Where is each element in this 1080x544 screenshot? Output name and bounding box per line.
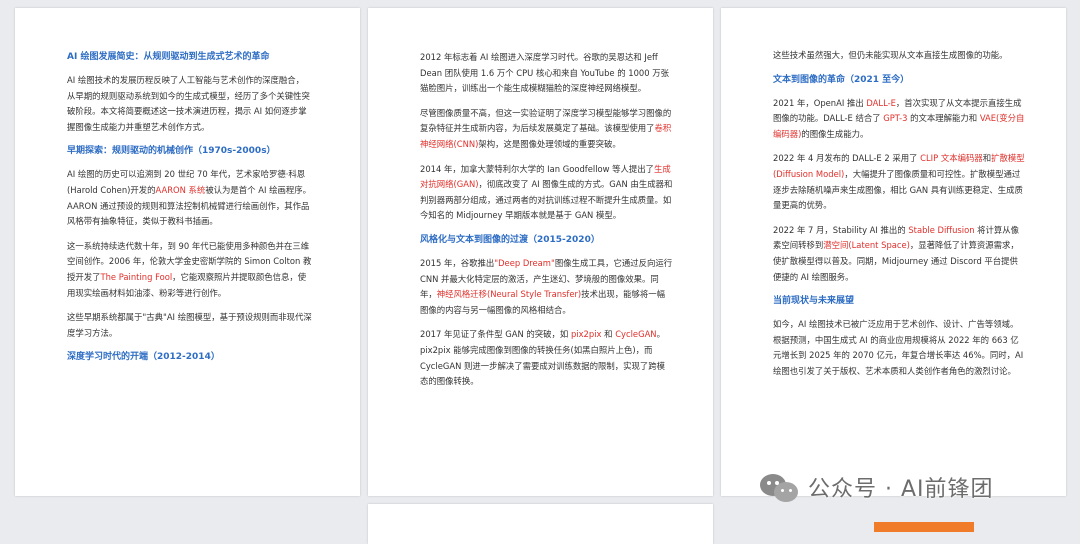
document-page-3: 这些技术虽然强大，但仍未能实现从文本直接生成图像的功能。 文本到图像的革命（20…: [721, 8, 1066, 496]
paragraph-gan: 2014 年，加拿大蒙特利尔大学的 Ian Goodfellow 等人提出了生成…: [420, 163, 673, 221]
paragraph-pix2pix: 2017 年见证了条件型 GAN 的突破，如 pix2pix 和 CycleGA…: [420, 329, 666, 387]
paragraph-dalle: 2021 年，OpenAI 推出 DALL-E，首次实现了从文本提示直接生成图像…: [773, 97, 1025, 139]
section-heading-deep-learning: 深度学习时代的开端（2012-2014）: [67, 352, 220, 363]
highlight-painting-fool: The Painting Fool: [100, 271, 173, 282]
paragraph-stable-diffusion: 2022 年 7 月，Stability AI 推出的 Stable Diffu…: [773, 224, 1020, 282]
section-heading-now: 当前现状与未来展望: [773, 296, 855, 307]
intro-paragraph: AI 绘图技术的发展历程反映了人工智能与艺术创作的深度融合，从早期的规则驱动系统…: [67, 75, 310, 132]
highlight-deep-dream: "Deep Dream": [494, 257, 555, 268]
paragraph-2012: 2012 年标志着 AI 绘图进入深度学习时代。谷歌的吴恩达和 Jeff Dea…: [420, 52, 669, 94]
highlight-gpt3: GPT-3: [883, 113, 908, 124]
paragraph-deep-dream: 2015 年，谷歌推出"Deep Dream"图像生成工具，它通过反向运行 CN…: [420, 257, 673, 315]
highlight-stable-diffusion: Stable Diffusion: [908, 224, 975, 235]
section-heading-text-to-image: 文本到图像的革命（2021 至今）: [773, 74, 910, 85]
highlight-style-transfer: 神经风格迁移(Neural Style Transfer): [436, 289, 582, 300]
highlight-dalle: DALL-E: [866, 97, 896, 108]
article-title: AI 绘图发展简史：从规则驱动到生成式艺术的革命: [67, 52, 270, 62]
paragraph-cnn: 尽管图像质量不高，但这一实验证明了深度学习模型能够学习图像的复杂特征并生成新内容…: [420, 107, 672, 149]
highlight-pix2pix: pix2pix: [570, 329, 602, 340]
paragraph-current-status: 如今，AI 绘图技术已被广泛应用于艺术创作、设计、广告等领域。根据预测，中国生成…: [773, 319, 1024, 376]
highlight-clip: CLIP 文本编码器: [920, 153, 983, 164]
paragraph-classic-models: 这些早期系统都属于"古典"AI 绘图模型，基于预设规则而非现代深度学习方法。: [67, 312, 312, 338]
document-page-2: 2012 年标志着 AI 绘图进入深度学习时代。谷歌的吴恩达和 Jeff Dea…: [368, 8, 713, 496]
paragraph-continuation: 这些技术虽然强大，但仍未能实现从文本直接生成图像的功能。: [773, 50, 1008, 60]
paragraph-painting-fool: 这一系统持续迭代数十年，到 90 年代已能使用多种颜色并在三维空间创作。2006…: [67, 240, 312, 298]
section-heading-style: 风格化与文本到图像的过渡（2015-2020）: [420, 234, 600, 245]
document-page-1: AI 绘图发展简史：从规则驱动到生成式艺术的革命 AI 绘图技术的发展历程反映了…: [15, 8, 360, 496]
paragraph-dalle2: 2022 年 4 月发布的 DALL-E 2 采用了 CLIP 文本编码器和扩散…: [773, 153, 1025, 211]
watermark-text: 公众号 · AI前锋团: [808, 477, 994, 502]
paragraph-aaron: AI 绘图的历史可以追溯到 20 世纪 70 年代，艺术家哈罗德·科恩(Haro…: [67, 169, 311, 227]
document-page-4: [368, 504, 713, 544]
highlight-aaron: AARON 系统: [155, 184, 206, 195]
highlight-latent-space: 潜空间(Latent Space): [823, 240, 910, 251]
section-heading-early: 早期探索：规则驱动的机械创作（1970s-2000s）: [67, 146, 276, 157]
wechat-icon: [760, 470, 800, 504]
watermark: 公众号 · AI前锋团: [760, 470, 994, 504]
highlight-cyclegan: CycleGAN: [615, 329, 657, 340]
orange-element-partial: [874, 522, 974, 532]
